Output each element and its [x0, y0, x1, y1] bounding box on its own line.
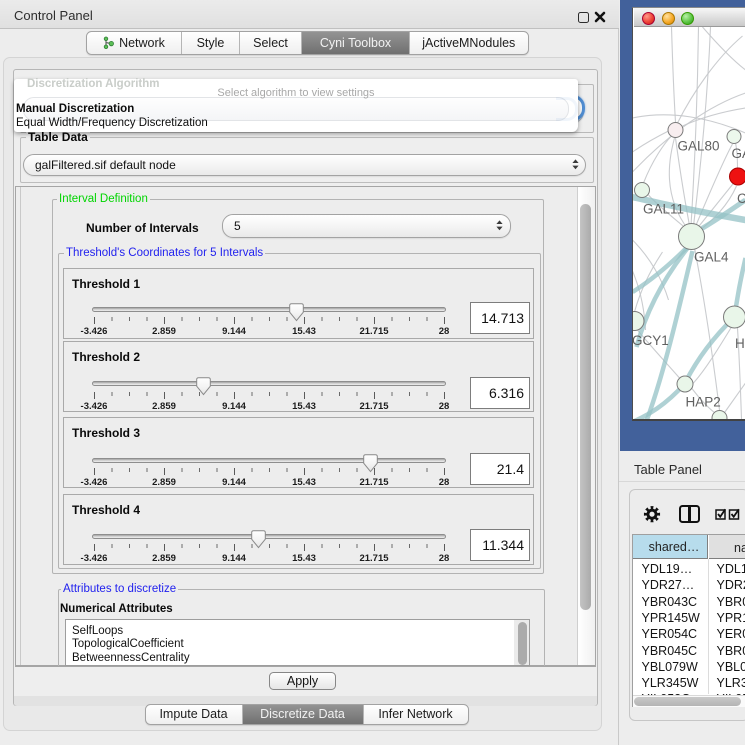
svg-text:GCY1: GCY1: [633, 333, 669, 348]
svg-text:GAL80: GAL80: [677, 139, 719, 154]
svg-text:HAP2: HAP2: [685, 395, 720, 410]
svg-text:HIS: HIS: [735, 336, 745, 351]
svg-text:CD: CD: [737, 191, 745, 206]
svg-text:GAL11: GAL11: [643, 202, 684, 217]
svg-text:GAL7: GAL7: [731, 146, 745, 161]
svg-text:GAL4: GAL4: [694, 250, 729, 265]
